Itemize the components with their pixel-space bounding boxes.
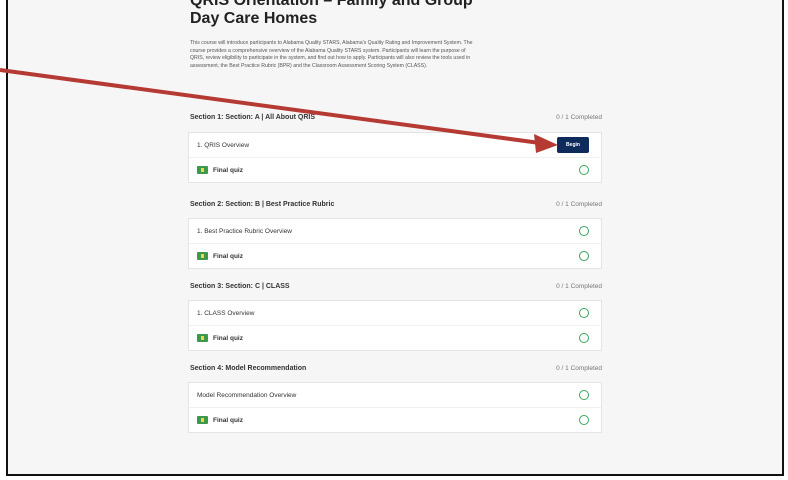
arrow-shaft: [0, 68, 541, 145]
arrow-head: [534, 134, 558, 153]
annotation-arrow-icon: [0, 68, 558, 153]
